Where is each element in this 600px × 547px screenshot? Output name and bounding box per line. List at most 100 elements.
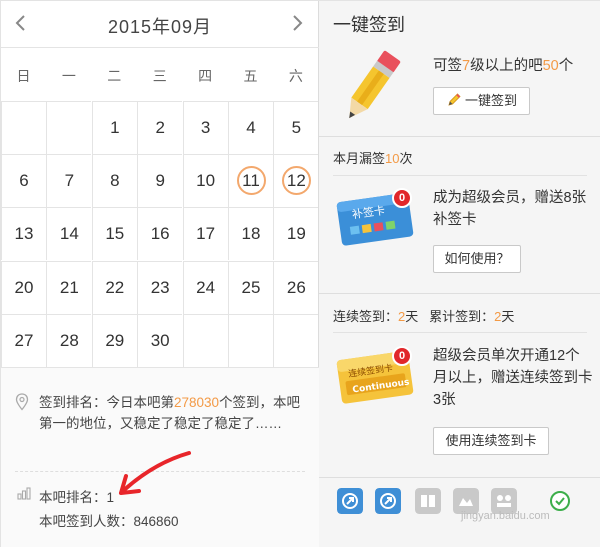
chevron-left-icon xyxy=(15,15,25,31)
calendar-day-number: 30 xyxy=(150,330,170,350)
calendar-day-cell[interactable]: 14 xyxy=(46,207,92,261)
prev-month-button[interactable] xyxy=(9,11,33,35)
calendar-month-title: 2015年09月 xyxy=(107,17,213,37)
calendar-day-cell[interactable]: 28 xyxy=(46,313,92,367)
how-to-use-button[interactable]: 如何使用？ xyxy=(433,245,521,273)
calendar-day-cell[interactable]: 9 xyxy=(137,154,183,208)
sign-in-widget: 2015年09月 日一二三四五六 1 2 3 4 5 6 7 8 9 10 11 12 13 14 15 16… xyxy=(0,0,600,547)
calendar-day-cell[interactable]: 3 xyxy=(182,101,228,154)
location-pin-icon xyxy=(15,393,29,411)
calendar-day-cell[interactable]: 4 xyxy=(228,101,273,154)
share-blue-icon[interactable] xyxy=(337,488,363,514)
calendar-day-cell[interactable]: 29 xyxy=(91,313,137,367)
green-badge-icon[interactable] xyxy=(549,490,571,512)
calendar-day-cell[interactable]: 12 xyxy=(273,154,319,208)
calendar-day-number: 17 xyxy=(196,224,216,244)
calendar-day-cell[interactable]: 2 xyxy=(137,101,183,154)
calendar-day-cell[interactable]: 15 xyxy=(91,207,137,261)
calendar-day-cell[interactable]: 25 xyxy=(228,260,273,314)
continuous-card-badge: 0 xyxy=(392,346,412,366)
weekday-label: 五 xyxy=(243,68,258,84)
divider xyxy=(333,332,587,333)
calendar-empty-cell xyxy=(228,313,273,367)
calendar-day-cell[interactable]: 6 xyxy=(1,154,46,208)
calendar-day-number: 27 xyxy=(14,330,34,350)
calendar-day-cell[interactable]: 30 xyxy=(137,313,183,367)
continuous-card-description: 超级会员单次开通12个月以上，赠送连续签到卡3张 xyxy=(433,348,593,408)
calendar-day-number: 4 xyxy=(246,118,256,137)
quick-sign-button-label: 一键签到 xyxy=(464,93,517,108)
sign-actions-panel: 一键签到 可签7级以上的吧50个 一键签到 本月漏签10次 补签卡 0 成为超级… xyxy=(319,1,600,547)
calendar-day-number: 14 xyxy=(59,224,79,244)
calendar-empty-cell xyxy=(46,101,92,154)
calendar-day-number: 5 xyxy=(291,118,302,137)
calendar-empty-cell xyxy=(182,313,228,367)
calendar-day-cell[interactable]: 26 xyxy=(273,260,319,314)
weekday-header-row: 日一二三四五六 xyxy=(1,47,319,101)
calendar-day-cell[interactable]: 10 xyxy=(182,154,228,208)
makeup-card-badge: 0 xyxy=(392,188,412,208)
use-continuous-card-button[interactable]: 使用连续签到卡 xyxy=(433,427,549,455)
calendar-day-cell[interactable]: 1 xyxy=(91,101,137,154)
calendar-grid: 1 2 3 4 5 6 7 8 9 10 11 12 13 14 15 16 17 18 19 20 21 22 23 24 2… xyxy=(1,101,319,367)
calendar-day-number: 28 xyxy=(59,330,79,350)
calendar-day-number: 29 xyxy=(105,330,125,350)
pen-icon xyxy=(448,93,461,106)
calendar-day-number: 2 xyxy=(155,118,165,137)
calendar-day-cell[interactable]: 16 xyxy=(137,207,183,261)
calendar-day-number: 6 xyxy=(19,171,29,191)
calendar-day-cell[interactable]: 19 xyxy=(273,207,319,261)
weekday-label: 二 xyxy=(107,68,122,84)
rank-message: 签到排名：今日本吧第278030个签到，本吧第一的地位，又稳定了稳定了稳定了…… xyxy=(39,392,301,434)
divider xyxy=(319,136,600,137)
makeup-card-description: 成为超级会员，赠送8张补签卡 xyxy=(433,190,587,228)
calendar-day-number: 18 xyxy=(241,224,261,244)
calendar-day-number: 22 xyxy=(105,277,125,297)
sign-streak: 连续签到：2天 累计签到：2天 xyxy=(333,309,515,324)
pencil-icon xyxy=(349,50,401,119)
calendar-day-cell[interactable]: 23 xyxy=(137,260,183,314)
calendar-day-number: 12 xyxy=(286,171,306,191)
quick-sign-button[interactable]: 一键签到 xyxy=(433,87,530,115)
calendar-day-cell[interactable]: 18 xyxy=(228,207,273,261)
calendar-day-number: 24 xyxy=(196,277,216,297)
calendar-day-cell[interactable]: 21 xyxy=(46,260,92,314)
calendar-day-number: 13 xyxy=(14,224,34,244)
next-month-button[interactable] xyxy=(285,11,309,35)
chevron-right-icon xyxy=(293,15,303,31)
calendar-panel: 2015年09月 日一二三四五六 1 2 3 4 5 6 7 8 9 10 11 12 13 14 15 16… xyxy=(1,1,319,547)
calendar-day-cell[interactable]: 17 xyxy=(182,207,228,261)
divider xyxy=(319,293,600,294)
calendar-day-cell[interactable]: 7 xyxy=(46,154,92,208)
quick-sign-description: 可签7级以上的吧50个 xyxy=(433,58,574,74)
calendar-header: 2015年09月 xyxy=(1,1,319,47)
forum-rank: 本吧排名：1 xyxy=(39,490,115,505)
calendar-day-number: 21 xyxy=(59,277,79,297)
quick-sign-title: 一键签到 xyxy=(333,15,405,35)
rank-prefix: 签到排名：今日本吧第 xyxy=(39,395,174,410)
calendar-day-number: 9 xyxy=(155,171,165,191)
calendar-day-number: 7 xyxy=(64,171,75,191)
missed-signs: 本月漏签10次 xyxy=(333,151,413,166)
calendar-day-cell[interactable]: 24 xyxy=(182,260,228,314)
share-blue-alt-icon[interactable] xyxy=(375,488,401,514)
weekday-label: 日 xyxy=(16,68,31,84)
calendar-day-cell[interactable]: 20 xyxy=(1,260,46,314)
calendar-day-cell[interactable]: 5 xyxy=(273,101,319,154)
calendar-day-number: 3 xyxy=(200,118,211,137)
calendar-day-cell[interactable]: 13 xyxy=(1,207,46,261)
calendar-day-cell[interactable]: 27 xyxy=(1,313,46,367)
gray-app-icon[interactable] xyxy=(415,488,441,514)
calendar-day-number: 26 xyxy=(286,277,306,297)
calendar-day-cell[interactable]: 22 xyxy=(91,260,137,314)
calendar-day-cell[interactable]: 11 xyxy=(228,154,273,208)
calendar-day-number: 10 xyxy=(196,171,216,191)
calendar-day-number: 19 xyxy=(286,224,306,244)
calendar-empty-cell xyxy=(273,313,319,367)
calendar-empty-cell xyxy=(1,101,46,154)
weekday-label: 三 xyxy=(152,68,167,84)
calendar-day-number: 20 xyxy=(14,277,34,297)
calendar-day-number: 25 xyxy=(241,277,261,297)
calendar-day-number: 16 xyxy=(150,224,170,244)
calendar-day-cell[interactable]: 8 xyxy=(91,154,137,208)
